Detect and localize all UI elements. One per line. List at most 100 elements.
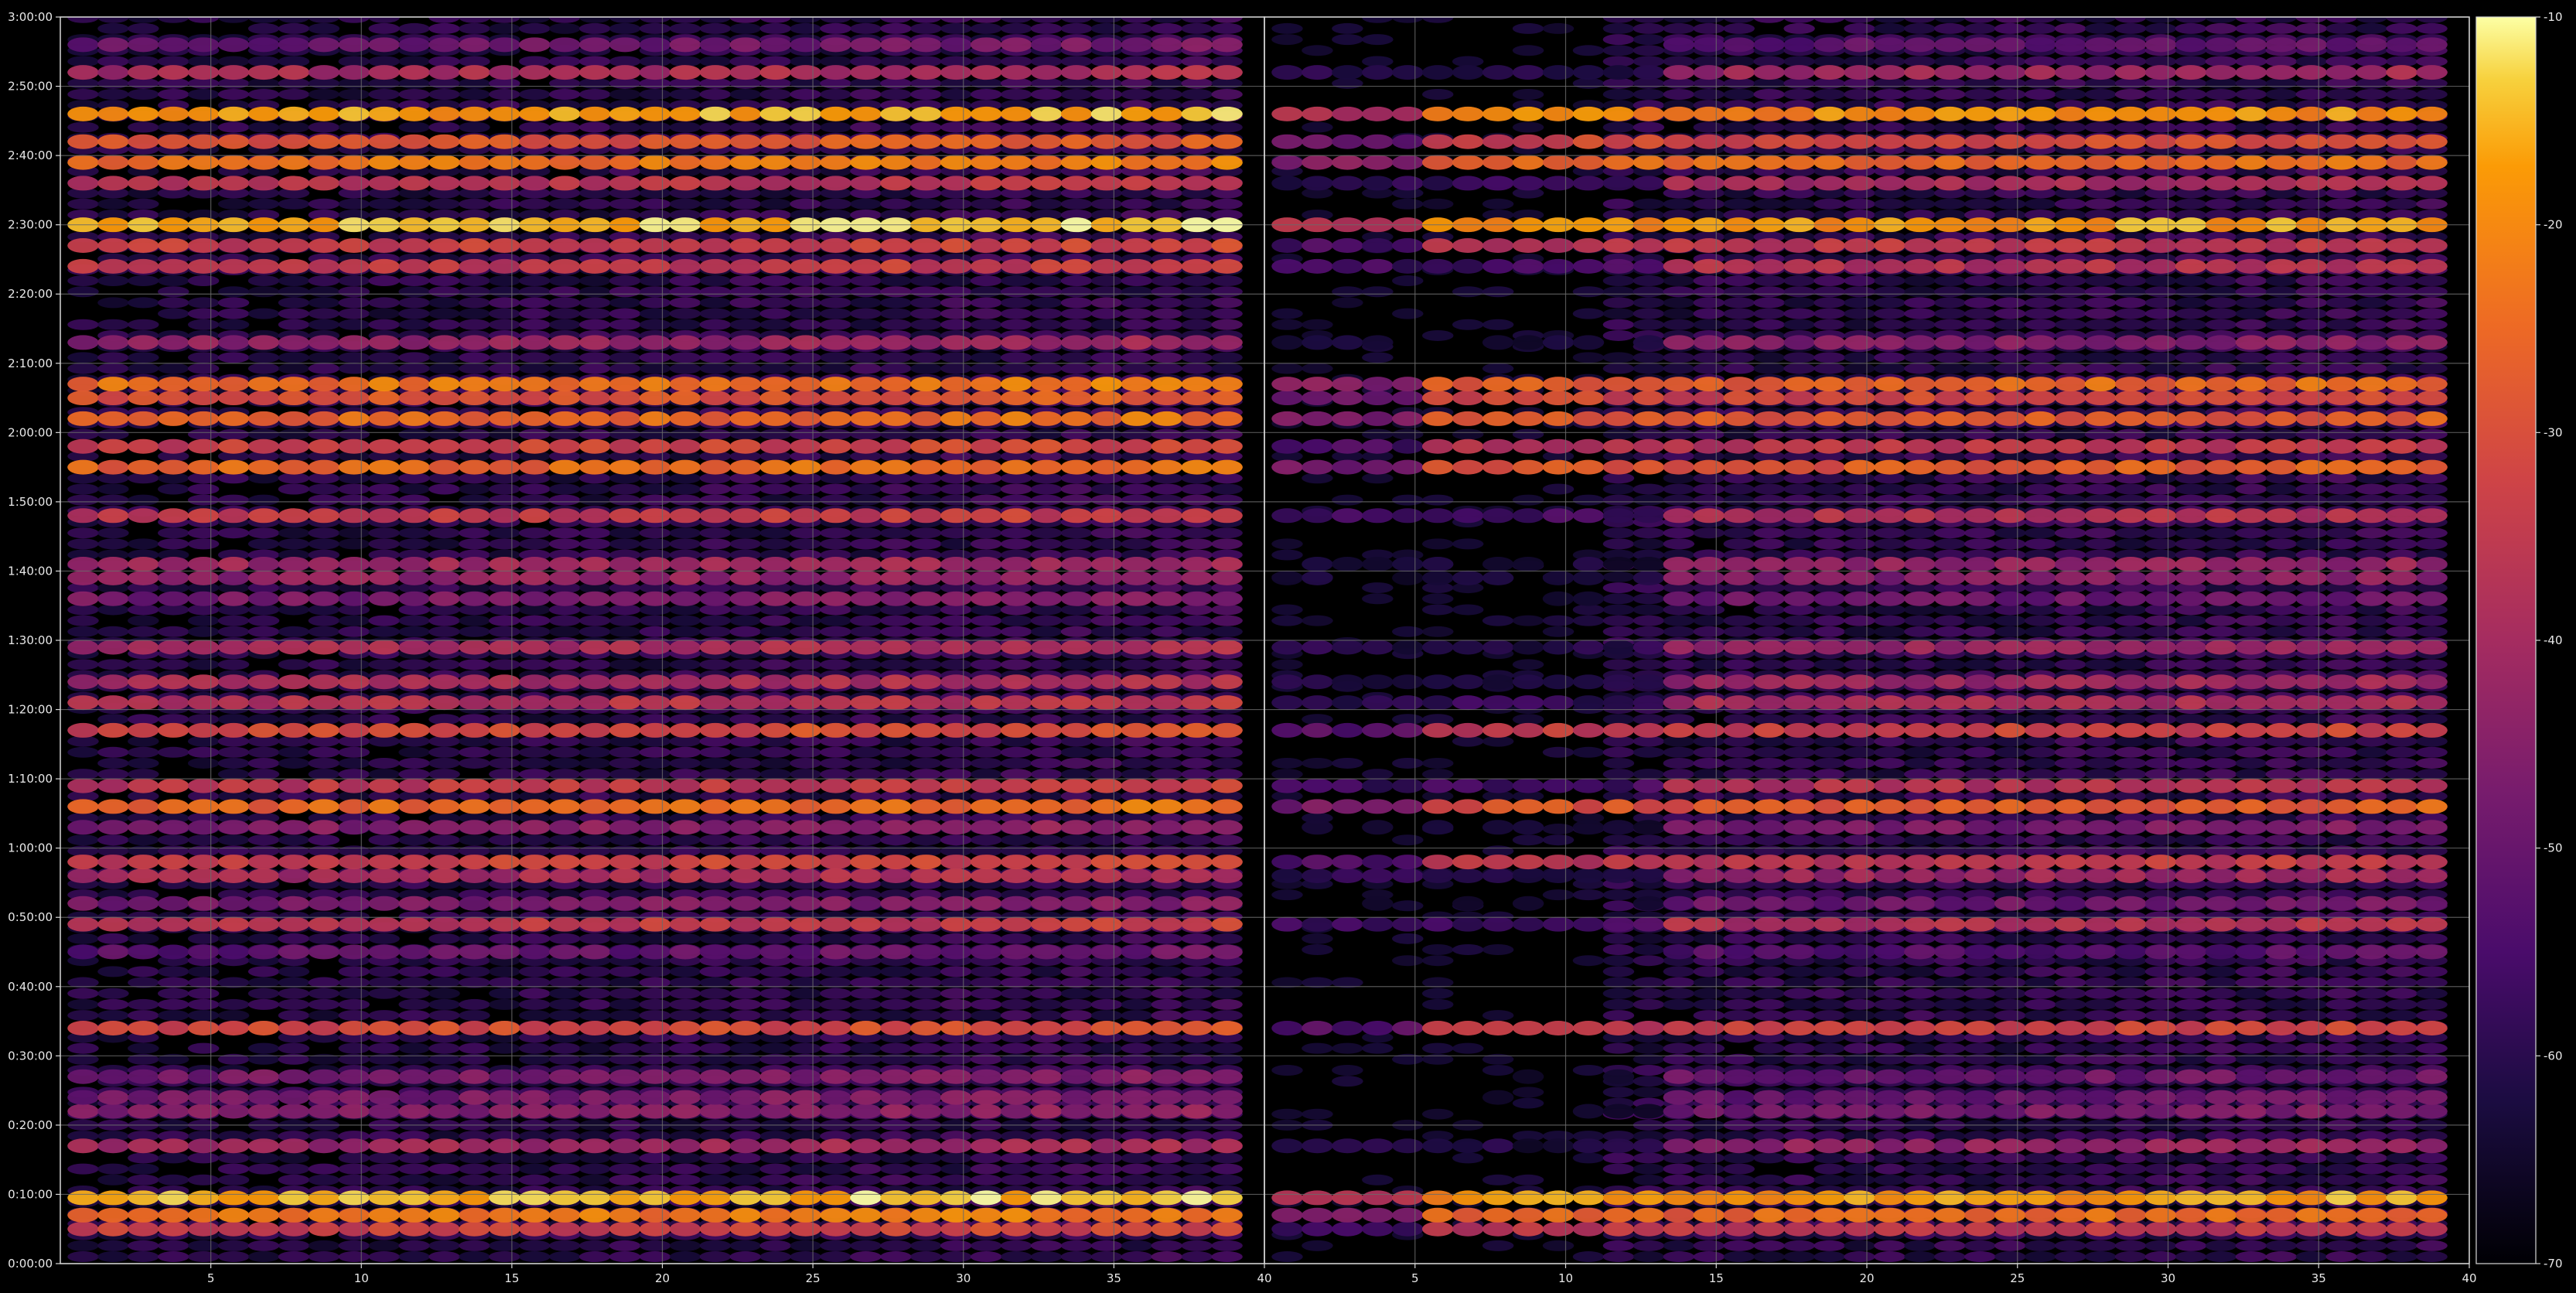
heatmap-cell: [1151, 1190, 1183, 1206]
noise-cell: [428, 834, 460, 846]
noise-cell: [759, 1163, 791, 1175]
noise-cell: [820, 494, 851, 506]
noise-cell: [489, 483, 520, 495]
heatmap-cell: [669, 674, 701, 690]
heatmap-cell: [1090, 820, 1123, 835]
noise-cell: [699, 297, 732, 309]
noise-cell: [1181, 1152, 1213, 1164]
heatmap-cell: [1090, 778, 1123, 793]
heatmap-cell: [97, 640, 129, 655]
noise-cell: [187, 1240, 220, 1251]
heatmap-cell: [1090, 1069, 1123, 1084]
noise-cell: [850, 1163, 882, 1175]
noise-cell: [489, 198, 520, 210]
noise-cell: [910, 89, 942, 101]
heatmap-cell: [1030, 820, 1063, 835]
noise-cell: [1181, 1042, 1213, 1054]
noise-cell: [1030, 483, 1063, 495]
heatmap-cell: [669, 695, 701, 711]
noise-cell: [820, 1010, 851, 1022]
noise-cell: [970, 275, 1002, 287]
noise-cell: [338, 121, 370, 133]
noise-cell: [880, 494, 912, 506]
noise-cell: [157, 121, 189, 133]
heatmap-cell: [338, 1090, 370, 1105]
heatmap-cell: [910, 722, 942, 738]
noise-cell: [609, 626, 641, 637]
noise-cell: [609, 1174, 641, 1186]
noise-cell: [669, 538, 701, 550]
noise-cell: [850, 363, 882, 374]
heatmap-cell: [609, 640, 641, 655]
noise-cell: [1121, 1240, 1153, 1251]
noise-cell: [850, 626, 882, 637]
heatmap-cell: [1000, 944, 1032, 960]
noise-cell: [217, 998, 250, 1010]
noise-cell: [338, 428, 370, 440]
noise-cell: [428, 1042, 460, 1054]
noise-cell: [578, 769, 611, 780]
heatmap-cell: [940, 1090, 972, 1105]
heatmap-cell: [669, 855, 701, 870]
heatmap-cell: [729, 944, 762, 960]
noise-cell: [669, 615, 701, 626]
noise-cell: [1211, 286, 1243, 298]
heatmap-cell: [97, 944, 129, 960]
noise-cell: [1151, 933, 1183, 944]
noise-cell: [970, 363, 1002, 374]
noise-cell: [669, 319, 701, 330]
noise-cell: [1211, 626, 1243, 637]
noise-cell: [338, 998, 370, 1010]
heatmap-cell: [128, 1104, 159, 1119]
heatmap-cell: [910, 820, 942, 835]
noise-cell: [398, 769, 430, 780]
heatmap-cell: [278, 1104, 310, 1119]
heatmap-cell: [940, 1221, 972, 1237]
heatmap-cell: [489, 1221, 520, 1237]
noise-cell: [669, 966, 701, 977]
heatmap-cell: [459, 1021, 490, 1036]
heatmap-cell: [1030, 799, 1063, 814]
noise-cell: [1060, 998, 1093, 1010]
heatmap-cell: [699, 855, 732, 870]
heatmap-cell: [97, 722, 129, 738]
noise-cell: [549, 319, 581, 330]
noise-cell: [790, 286, 821, 298]
noise-cell: [880, 121, 912, 133]
noise-cell: [1211, 352, 1243, 363]
heatmap-cell: [790, 868, 821, 883]
noise-cell: [1030, 1240, 1063, 1251]
noise-cell: [67, 659, 99, 670]
noise-cell: [1000, 527, 1032, 539]
heatmap-cell: [1090, 896, 1123, 911]
noise-cell: [880, 1163, 912, 1175]
noise-cell: [1181, 615, 1213, 626]
heatmap-cell: [970, 695, 1002, 711]
noise-cell: [1121, 746, 1153, 758]
noise-cell: [459, 1163, 490, 1175]
noise-cell: [217, 198, 250, 210]
noise-cell: [910, 746, 942, 758]
heatmap-cell: [729, 1138, 762, 1154]
noise-cell: [97, 746, 129, 758]
heatmap-cell: [187, 695, 220, 711]
heatmap-cell: [247, 1090, 280, 1105]
noise-cell: [519, 769, 551, 780]
noise-cell: [699, 998, 732, 1010]
heatmap-cell: [217, 1104, 250, 1119]
noise-cell: [187, 933, 220, 944]
heatmap-cell: [759, 1090, 791, 1105]
noise-cell: [308, 1010, 340, 1022]
noise-cell: [519, 363, 551, 374]
heatmap-cell: [940, 674, 972, 690]
heatmap-cell: [669, 1104, 701, 1119]
noise-cell: [639, 428, 671, 440]
noise-cell: [247, 538, 280, 550]
noise-cell: [639, 286, 671, 298]
noise-cell: [1151, 988, 1183, 999]
heatmap-cell: [519, 868, 551, 883]
heatmap-cell: [217, 799, 250, 814]
noise-cell: [97, 538, 129, 550]
noise-cell: [187, 428, 220, 440]
noise-cell: [1060, 1251, 1093, 1263]
